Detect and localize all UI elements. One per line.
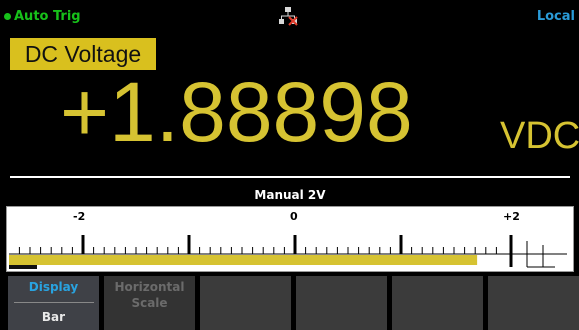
value-bar [9,255,478,265]
lan-network-icon [279,7,298,26]
scale-label-min: -2 [73,210,86,223]
softkey-bar: Display Bar Horizontal Scale [8,276,579,330]
softkey-hscale-label-1: Horizontal [114,280,185,294]
measurement-unit: VDC [500,115,579,157]
trigger-status-dot [4,13,11,20]
softkey-empty-5[interactable] [392,276,484,330]
softkey-display-label: Display [28,280,79,294]
bar-graph: -2 0 +2 [6,206,574,272]
softkey-hscale-label-2: Scale [131,296,168,310]
trigger-mode-indicator: Auto Trig [14,9,81,24]
range-label: Manual 2V [254,188,326,202]
softkey-display-bar[interactable]: Display Bar [8,276,100,330]
status-bar: Auto Trig Local [0,0,579,30]
softkey-empty-3[interactable] [200,276,292,330]
measurement-reading: +1.88898 [60,65,413,159]
scale-label-zero: 0 [290,210,298,223]
softkey-empty-6[interactable] [488,276,579,330]
softkey-horizontal-scale[interactable]: Horizontal Scale [104,276,196,330]
value-bar-base [9,265,37,269]
softkey-display-value: Bar [41,310,66,324]
scale-label-max: +2 [503,210,520,223]
softkey-empty-4[interactable] [296,276,388,330]
softkey-separator [14,302,94,303]
local-remote-indicator: Local [536,9,575,24]
multimeter-screen: Auto Trig Local DC Voltage +1.88898 VDC … [0,0,579,330]
divider-line [10,176,570,178]
